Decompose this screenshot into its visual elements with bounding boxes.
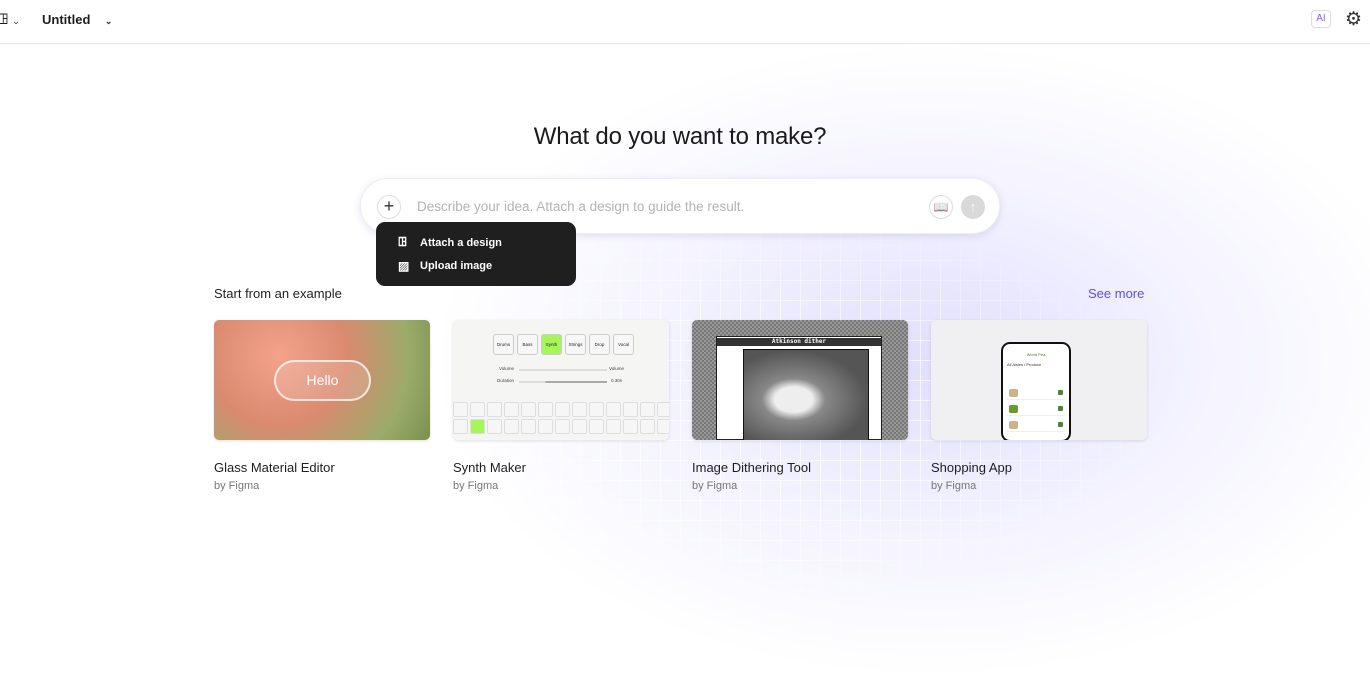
example-thumbnail: Drums Bass Synth Strings Drop Vocal Volu… [453,320,669,440]
chevron-down-icon: ⌄ [104,16,113,26]
preview-pad [453,402,468,417]
preview-tab: Strings [565,334,586,355]
preview-pad [555,419,570,434]
preview-pad [657,419,669,434]
example-name: Image Dithering Tool [692,460,811,475]
prompt-input[interactable]: Describe your idea. Attach a design to g… [417,199,744,214]
preview-pad [572,419,587,434]
preview-pad [470,402,485,417]
example-thumbnail: Atkinson dither [692,320,908,440]
example-card[interactable]: Hello Glass Material Editor by Figma [214,320,430,492]
preview-tab: Drums [493,334,514,355]
preview-label: Volume [609,366,625,371]
menu-item-attach-design[interactable]: ꖸ Attach a design [398,235,502,250]
preview-pad [606,419,621,434]
chevron-down-icon: ⌄ [12,16,20,26]
figma-frame-icon: ꖸ [398,235,407,249]
settings-gear-icon[interactable]: ⚙ [1345,8,1362,31]
examples-label: Start from an example [214,286,342,301]
preview-pad [623,402,638,417]
preview-pad [589,419,604,434]
preview-sheep-image [743,349,869,440]
preview-pad [589,402,604,417]
preview-title: Atkinson dither [717,338,881,346]
preview-pad [487,419,502,434]
ai-badge[interactable]: AI [1311,10,1331,28]
preview-label: Volume [499,366,515,371]
menu-item-label: Upload image [420,260,493,272]
example-card[interactable]: Atkinson dither Image Dithering Tool by … [692,320,908,492]
preview-pad [572,402,587,417]
preview-pad [640,419,655,434]
preview-label: Duration [497,378,515,383]
preview-slider [519,369,607,371]
preview-row [1007,386,1065,400]
preview-pad [640,402,655,417]
example-card[interactable]: World Pea All Aisles / Produce Shopping … [931,320,1147,492]
preview-pad [504,419,519,434]
preview-subtitle: All Aisles / Produce [1007,362,1042,367]
preview-row [1007,402,1065,416]
preview-pad [521,419,536,434]
example-author: by Figma [692,480,738,492]
preview-pad [521,402,536,417]
preview-tab: Bass [517,334,538,355]
preview-row [1007,418,1065,432]
example-thumbnail: World Pea All Aisles / Produce [931,320,1147,440]
image-icon: ▨ [398,259,410,273]
example-author: by Figma [931,480,977,492]
example-thumbnail: Hello [214,320,430,440]
send-button[interactable]: ↑ [961,195,985,219]
preview-hello-button: Hello [274,360,371,401]
preview-slider [519,381,607,383]
example-author: by Figma [453,480,499,492]
preview-tabs: Drums Bass Synth Strings Drop Vocal [493,334,634,355]
example-name: Shopping App [931,460,1012,475]
preview-window: Atkinson dither [716,336,882,440]
preview-pad [538,419,553,434]
preview-pad [555,402,570,417]
book-icon[interactable]: 📖 [929,195,953,219]
preview-pads [453,402,669,434]
see-more-link[interactable]: See more [1088,286,1144,301]
preview-title: World Pea [1026,352,1046,357]
preview-pad [606,402,621,417]
preview-phone: World Pea All Aisles / Produce [1001,342,1071,440]
file-title[interactable]: Untitled ⌄ [42,12,112,27]
preview-pad [623,419,638,434]
preview-pad [453,419,468,434]
figma-logo-icon: ꖸ [0,11,9,27]
preview-tab: Synth [541,334,562,355]
top-bar: ꖸ ⌄ Untitled ⌄ AI ⚙ [0,0,1370,44]
page-title: What do you want to make? [533,123,827,150]
add-attachment-button[interactable]: + [377,195,401,219]
preview-label: 0.30s [611,378,623,383]
preview-pad [487,402,502,417]
preview-pad [504,402,519,417]
menu-item-upload-image[interactable]: ▨ Upload image [398,259,492,273]
figma-menu-button[interactable]: ꖸ ⌄ [0,11,20,28]
example-card[interactable]: Drums Bass Synth Strings Drop Vocal Volu… [453,320,669,492]
file-title-text: Untitled [42,12,91,27]
attach-menu: ꖸ Attach a design ▨ Upload image [376,222,576,286]
preview-tab: Vocal [613,334,634,355]
menu-item-label: Attach a design [420,236,502,249]
example-name: Glass Material Editor [214,460,335,475]
preview-pad [470,419,485,434]
preview-pad [538,402,553,417]
example-author: by Figma [214,480,260,492]
example-name: Synth Maker [453,460,526,475]
preview-pad [657,402,669,417]
preview-tab: Drop [589,334,610,355]
